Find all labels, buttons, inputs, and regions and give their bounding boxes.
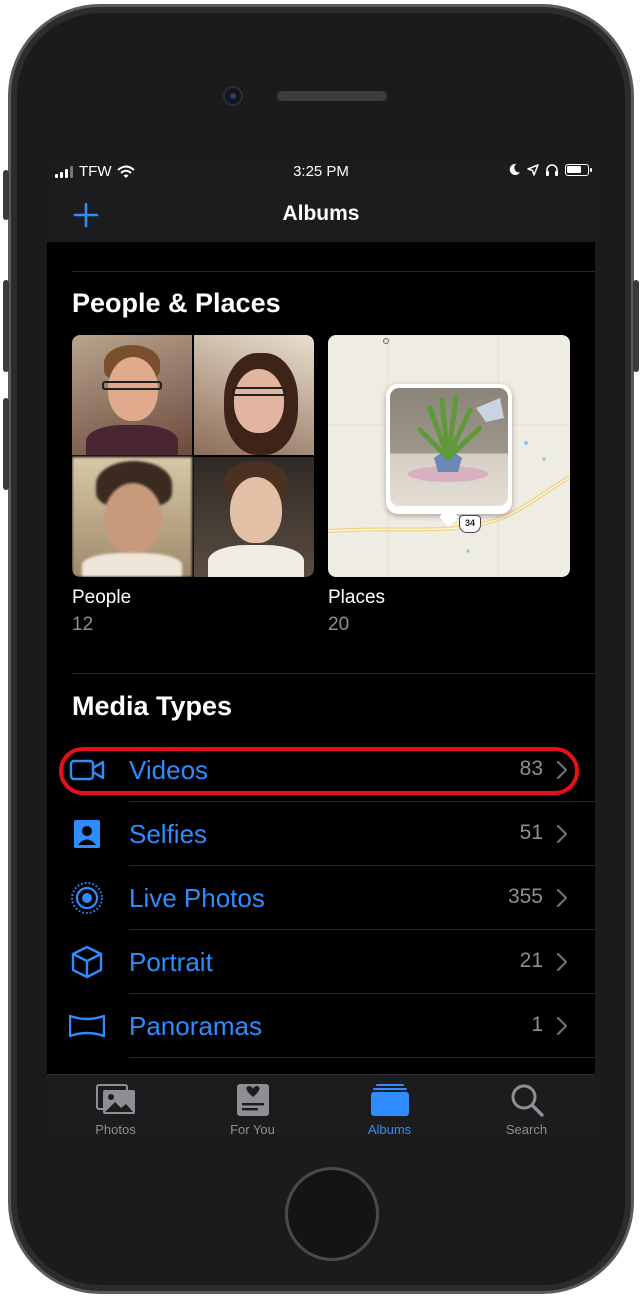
media-type-label: Videos [129, 755, 209, 785]
media-type-row-videos[interactable]: Videos 83 [47, 738, 595, 802]
status-bar: TFW 3:25 PM [47, 158, 595, 186]
tab-photos[interactable]: Photos [47, 1075, 184, 1138]
media-type-count: 21 [519, 949, 543, 972]
panorama-icon [69, 1014, 105, 1038]
location-arrow-icon [527, 163, 539, 176]
media-type-count: 1 [531, 1013, 543, 1036]
tab-albums[interactable]: Albums [321, 1075, 458, 1138]
row-separator [129, 1057, 595, 1058]
page-title: Albums [282, 202, 360, 225]
media-type-label: Panoramas [129, 1011, 262, 1041]
media-type-count: 83 [519, 757, 543, 780]
people-album-thumbnail[interactable] [72, 335, 314, 577]
for-you-icon [236, 1084, 269, 1116]
chevron-right-icon [556, 952, 568, 972]
mute-switch[interactable] [3, 170, 9, 220]
road-marker-badge: 34 [459, 515, 481, 533]
place-photo-pin [386, 384, 512, 527]
video-camera-icon [69, 759, 105, 781]
media-type-count: 51 [519, 821, 543, 844]
person-thumbnail [72, 457, 192, 577]
albums-icon [370, 1084, 409, 1116]
home-button[interactable] [285, 1167, 379, 1261]
do-not-disturb-moon-icon [509, 163, 521, 175]
tab-label: Albums [367, 1122, 412, 1137]
battery-icon [565, 163, 592, 176]
places-album-label: Places [328, 587, 386, 608]
selfie-portrait-icon [74, 820, 100, 848]
tab-search[interactable]: Search [458, 1075, 595, 1138]
chevron-right-icon [556, 888, 568, 908]
media-type-row-portrait[interactable]: Portrait 21 [47, 930, 595, 994]
cube-icon [71, 945, 103, 979]
chevron-right-icon [556, 824, 568, 844]
volume-down-button[interactable] [3, 398, 9, 490]
people-album-count: 12 [72, 614, 94, 635]
road-marker-label: 34 [464, 518, 475, 528]
media-type-row-selfies[interactable]: Selfies 51 [47, 802, 595, 866]
person-thumbnail [194, 335, 314, 455]
person-thumbnail [194, 457, 314, 577]
chevron-right-icon [556, 760, 568, 780]
section-title-media-types: Media Types [72, 691, 233, 721]
tab-label: For You [230, 1122, 275, 1137]
media-type-label: Selfies [129, 819, 208, 849]
volume-up-button[interactable] [3, 280, 9, 372]
earpiece-speaker [277, 91, 387, 101]
screen: TFW 3:25 PM Albums People & Places 34 Pe… [47, 158, 595, 1138]
media-type-label: Portrait [129, 947, 213, 977]
section-divider [72, 673, 595, 674]
tab-label: Photos [95, 1122, 136, 1137]
navigation-bar: Albums [47, 186, 595, 242]
media-type-label: Live Photos [129, 883, 265, 913]
section-title-people-places: People & Places [72, 288, 281, 318]
front-camera [223, 86, 243, 106]
section-divider [72, 271, 595, 272]
person-thumbnail [72, 335, 192, 455]
search-icon [511, 1084, 544, 1117]
media-type-row-live-photos[interactable]: Live Photos 355 [47, 866, 595, 930]
places-album-count: 20 [328, 614, 350, 635]
media-type-count: 355 [507, 885, 543, 908]
tab-label: Search [505, 1122, 548, 1137]
tab-bar: Photos For You Albums Search [47, 1074, 595, 1138]
media-type-row-panoramas[interactable]: Panoramas 1 [47, 994, 595, 1058]
chevron-right-icon [556, 1016, 568, 1036]
photos-icon [95, 1084, 135, 1114]
people-album-label: People [72, 587, 132, 608]
headphones-icon [546, 164, 558, 176]
tab-for-you[interactable]: For You [184, 1075, 321, 1138]
live-photo-icon [71, 882, 103, 914]
power-button[interactable] [633, 280, 639, 372]
places-map-thumbnail[interactable]: 34 [328, 335, 570, 577]
